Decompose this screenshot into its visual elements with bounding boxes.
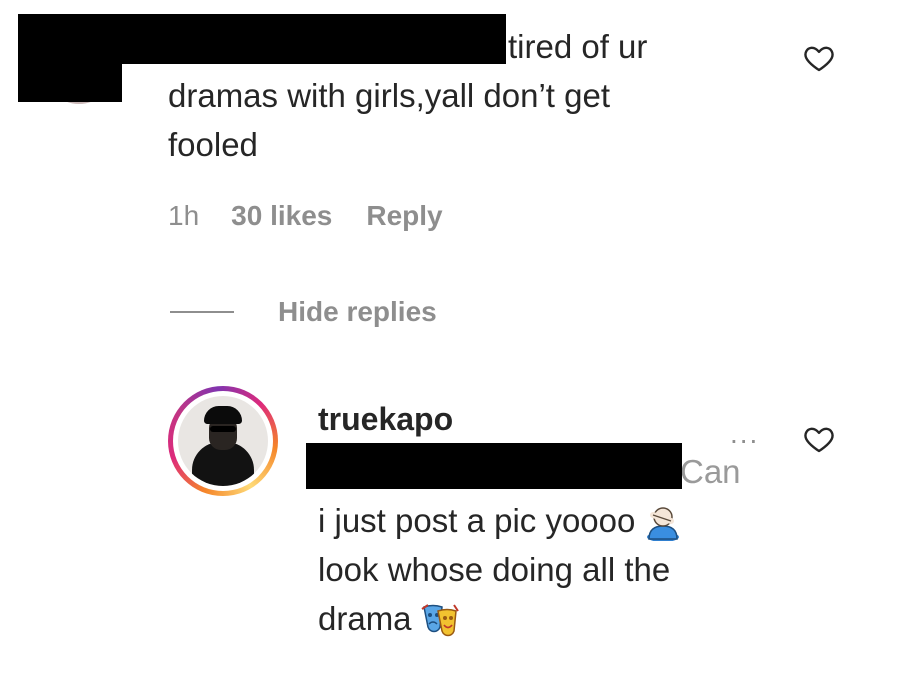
comment-line: fooled [168,126,258,163]
redacted-avatar [18,62,122,102]
performing-arts-emoji [420,604,459,637]
reply-line: look whose doing all the [318,551,671,588]
reply-line: i just post a pic yoooo [318,496,778,545]
reply-avatar[interactable] [168,386,278,496]
hide-replies-button[interactable]: Hide replies [170,296,437,328]
more-options-icon[interactable]: ... [730,418,759,450]
heart-icon[interactable] [802,42,836,74]
comment-likes[interactable]: 30 likes [231,200,332,232]
reply-line: drama [318,594,778,643]
hide-replies-label: Hide replies [278,296,437,327]
comment-text: tired of ur dramas with girls,yall don’t… [168,22,768,169]
comment-line: tired of ur [508,28,648,65]
comment-meta: 1h 30 likes Reply [168,200,443,232]
divider-dash [170,311,234,313]
comment-time: 1h [168,200,200,231]
redacted-comment-start [504,14,506,16]
heart-icon[interactable] [802,423,836,455]
reply-button[interactable]: Reply [366,200,442,232]
reply-line-text: drama [318,600,412,637]
facepalm-emoji [647,507,680,542]
reply-line-text: i just post a pic yoooo [318,502,636,539]
redacted-reply-start [306,443,682,489]
comment-line: dramas with girls,yall don’t get [168,77,611,114]
avatar-photo [178,396,268,486]
reply-username[interactable]: truekapo [318,401,453,438]
